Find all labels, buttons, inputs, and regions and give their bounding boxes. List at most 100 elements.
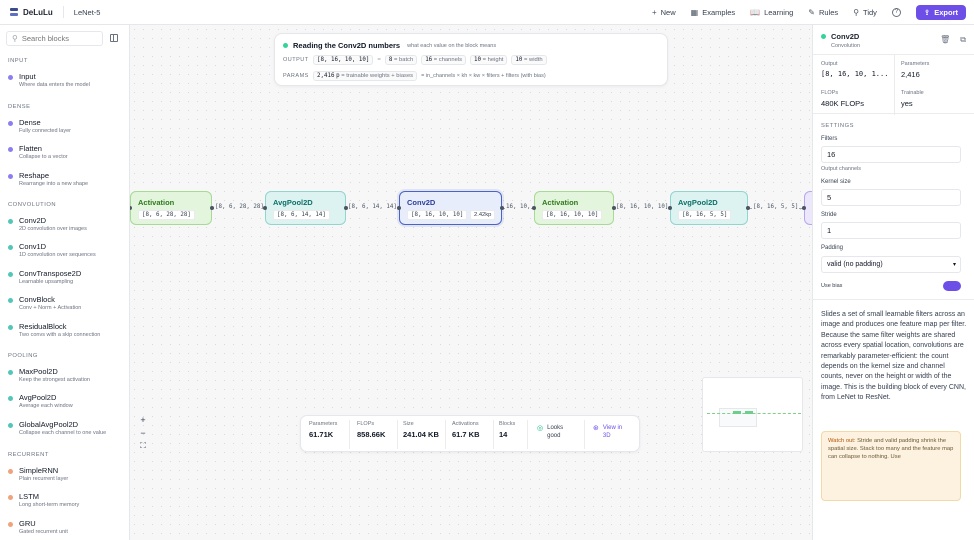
model-name[interactable]: LeNet-5 bbox=[74, 8, 101, 17]
block-name: ConvBlock bbox=[19, 295, 55, 304]
output-port[interactable] bbox=[746, 206, 750, 210]
padding-select[interactable]: valid (no padding) ▾ bbox=[821, 256, 961, 273]
learning-label: Learning bbox=[764, 7, 794, 17]
zoom-in-button[interactable]: + bbox=[136, 413, 150, 426]
new-button[interactable]: + New bbox=[652, 8, 676, 17]
chevron-down-icon: ▾ bbox=[952, 262, 956, 268]
channels-chip: 16 = channels bbox=[421, 55, 466, 65]
fit-view-button[interactable]: ⛶ bbox=[136, 439, 150, 452]
graph-canvas[interactable]: Reading the Conv2D numbers what each val… bbox=[130, 25, 812, 540]
node-avgpool2d[interactable]: AvgPool2D [8, 16, 5, 5] bbox=[670, 191, 748, 225]
node-title: Activation bbox=[138, 198, 175, 207]
brand[interactable]: DeLuLu bbox=[10, 8, 53, 17]
divider bbox=[62, 6, 64, 18]
block-simplernn[interactable]: SimpleRNN Plain recurrent layer bbox=[8, 466, 126, 490]
stride-value: 1 bbox=[827, 226, 832, 235]
block-gru[interactable]: GRU Gated recurrent unit bbox=[8, 519, 126, 540]
export-button[interactable]: ⇪ Export bbox=[915, 4, 966, 20]
warning-callout: Watch out: Stride and valid padding shri… bbox=[821, 431, 961, 501]
input-port[interactable] bbox=[532, 206, 536, 210]
block-name: Reshape bbox=[19, 171, 50, 180]
block-name: ResidualBlock bbox=[19, 322, 67, 331]
block-color-dot bbox=[8, 245, 13, 250]
inspector-subtitle: Convolution bbox=[831, 43, 861, 49]
block-convblock[interactable]: ConvBlock Conv + Norm + Activation bbox=[8, 295, 126, 319]
params-chip: 2,416 p = trainable weights + biases bbox=[313, 71, 418, 81]
settings-title: SETTINGS bbox=[821, 123, 854, 129]
block-desc: Collapse each channel to one value bbox=[19, 430, 107, 436]
input-port[interactable] bbox=[802, 206, 806, 210]
trash-icon[interactable]: 🗑 bbox=[940, 35, 950, 45]
block-dense[interactable]: Dense Fully connected layer bbox=[8, 118, 126, 142]
explainer-params-row: PARAMS 2,416 p = trainable weights + bia… bbox=[283, 71, 546, 81]
node-activation[interactable]: Activation [8, 6, 28, 28] bbox=[130, 191, 212, 225]
block-convtranspose2d[interactable]: ConvTranspose2D Learnable upsampling bbox=[8, 269, 126, 293]
input-port[interactable] bbox=[397, 206, 401, 210]
learning-button[interactable]: 📖 Learning bbox=[750, 8, 793, 17]
node-conv2d-selected[interactable]: Conv2D [8, 16, 10, 10] 2.42kp bbox=[399, 191, 502, 225]
input-port[interactable] bbox=[668, 206, 672, 210]
use-bias-toggle[interactable] bbox=[943, 281, 961, 291]
warning-title: Watch out: bbox=[828, 438, 856, 444]
search-box[interactable]: ⚲ bbox=[6, 31, 103, 46]
zoom-out-button[interactable]: − bbox=[136, 426, 150, 439]
stat-label: Parameters bbox=[309, 421, 338, 427]
rules-button[interactable]: ✎ Rules bbox=[808, 8, 838, 17]
filters-input[interactable]: 16 bbox=[821, 146, 961, 163]
help-button[interactable]: ? bbox=[891, 7, 901, 17]
output-port[interactable] bbox=[612, 206, 616, 210]
divider bbox=[349, 420, 350, 449]
input-port[interactable] bbox=[263, 206, 267, 210]
stat-value: 14 bbox=[499, 430, 508, 439]
block-residualblock[interactable]: ResidualBlock Two convs with a skip conne… bbox=[8, 322, 126, 346]
minimap[interactable] bbox=[702, 377, 803, 452]
block-name: LSTM bbox=[19, 492, 40, 501]
block-reshape[interactable]: Reshape Rearrange into a new shape bbox=[8, 171, 126, 195]
output-port[interactable] bbox=[500, 206, 504, 210]
stride-input[interactable]: 1 bbox=[821, 222, 961, 239]
status-dot bbox=[283, 43, 288, 48]
block-desc: Two convs with a skip connection bbox=[19, 332, 101, 338]
chip-value: 16 bbox=[425, 57, 433, 63]
chip-meaning: = channels bbox=[433, 57, 462, 63]
node-shape: [8, 16, 5, 5] bbox=[678, 210, 732, 220]
block-avgpool2d[interactable]: AvgPool2D Average each window bbox=[8, 393, 126, 417]
node-title: AvgPool2D bbox=[273, 198, 313, 207]
block-flatten[interactable]: Flatten Collapse to a vector bbox=[8, 144, 126, 168]
collapse-sidebar-icon[interactable] bbox=[110, 34, 118, 42]
block-conv2d[interactable]: Conv2D 2D convolution over images bbox=[8, 216, 126, 240]
search-input[interactable] bbox=[21, 34, 92, 43]
block-name: GlobalAvgPool2D bbox=[19, 420, 79, 429]
metric-trainable: Trainable yes bbox=[901, 90, 924, 108]
block-color-dot bbox=[8, 423, 13, 428]
block-name: AvgPool2D bbox=[19, 393, 57, 402]
node-avgpool2d[interactable]: AvgPool2D [8, 6, 14, 14] bbox=[265, 191, 346, 225]
block-globalavgpool2d[interactable]: GlobalAvgPool2D Collapse each channel to … bbox=[8, 420, 126, 444]
kernel-size-input[interactable]: 5 bbox=[821, 189, 961, 206]
block-conv1d[interactable]: Conv1D 1D convolution over sequences bbox=[8, 242, 126, 266]
view-in-3d-button[interactable]: ⊛ View in 3D bbox=[593, 424, 627, 440]
duplicate-icon[interactable]: ⧉ bbox=[960, 35, 966, 45]
output-port[interactable] bbox=[210, 206, 214, 210]
block-desc: Collapse to a vector bbox=[19, 154, 68, 160]
node-activation[interactable]: Activation [8, 16, 10, 10] bbox=[534, 191, 614, 225]
block-lstm[interactable]: LSTM Long short-term memory bbox=[8, 492, 126, 516]
output-label: OUTPUT bbox=[283, 57, 309, 63]
examples-button[interactable]: ▦ Examples bbox=[691, 8, 736, 17]
output-port[interactable] bbox=[344, 206, 348, 210]
tidy-button[interactable]: ⚲ Tidy bbox=[853, 8, 877, 17]
cube-icon: ⊛ bbox=[593, 425, 599, 432]
metric-output: Output [8, 16, 10, 1... bbox=[821, 61, 888, 78]
block-input[interactable]: Input Where data enters the model bbox=[8, 72, 126, 96]
explainer-subtitle: what each value on the block means bbox=[407, 42, 497, 49]
top-bar: DeLuLu LeNet-5 + New ▦ Examples 📖 Learning … bbox=[0, 0, 974, 25]
logo-icon bbox=[10, 8, 18, 16]
block-color-dot bbox=[8, 495, 13, 500]
rules-label: Rules bbox=[819, 7, 839, 17]
inspector-metrics: Output [8, 16, 10, 1... Parameters 2,416 F… bbox=[813, 54, 974, 115]
block-name: Conv1D bbox=[19, 242, 47, 251]
filters-hint: Output channels bbox=[821, 166, 862, 172]
block-maxpool2d[interactable]: MaxPool2D Keep the strongest activation bbox=[8, 367, 126, 391]
inspector-header: Conv2D Convolution bbox=[821, 32, 860, 49]
block-library-sidebar: ⚲ INPUT InputWhere data enters the model… bbox=[0, 25, 130, 540]
